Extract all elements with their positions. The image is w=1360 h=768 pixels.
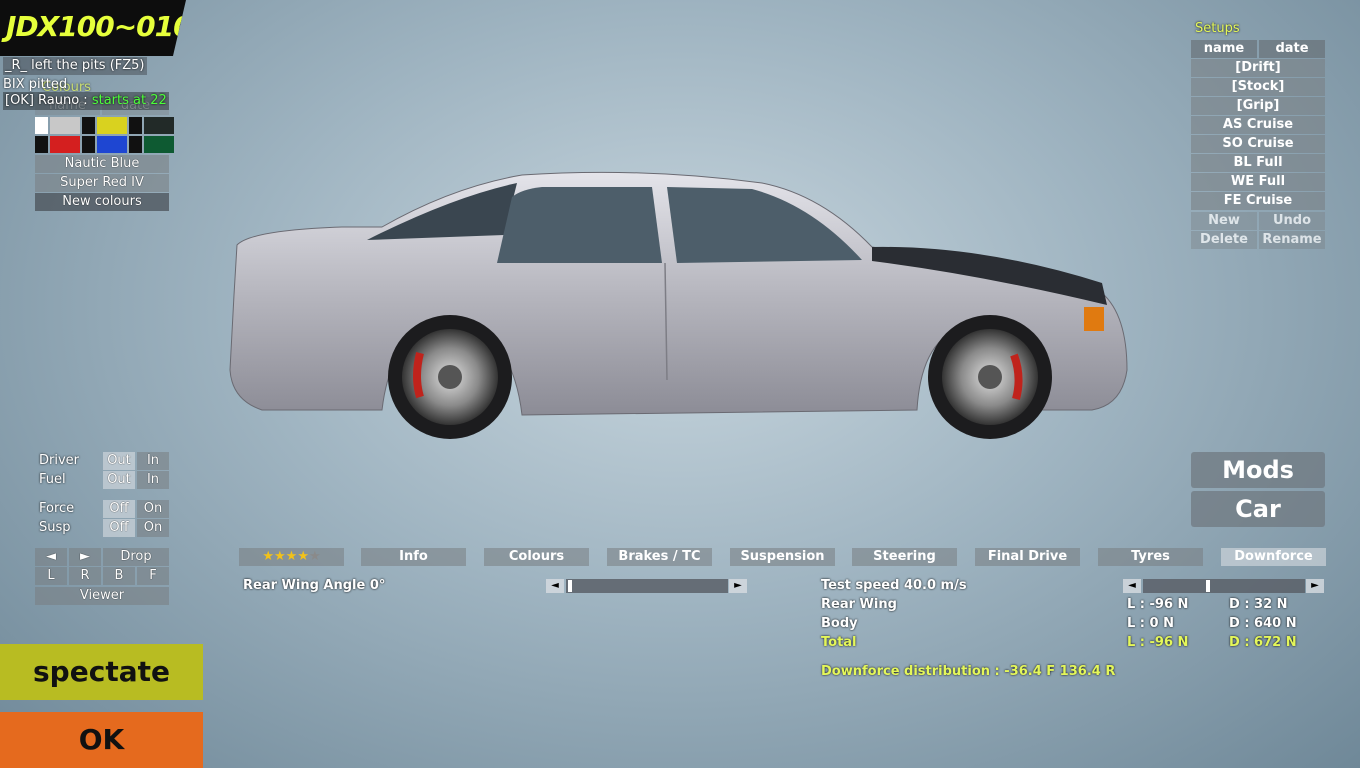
tab-tyres[interactable]: Tyres bbox=[1098, 548, 1203, 566]
car-button[interactable]: Car bbox=[1191, 491, 1325, 527]
setup-item[interactable]: [Stock] bbox=[1191, 78, 1325, 96]
colour-swatch[interactable] bbox=[97, 136, 127, 153]
wing-increase-button[interactable]: ► bbox=[729, 579, 747, 593]
ok-button[interactable]: OK bbox=[0, 712, 203, 768]
setups-sort-date[interactable]: date bbox=[1259, 40, 1325, 58]
total-lift: L : -96 N bbox=[1127, 635, 1189, 650]
setup-item[interactable]: SO Cruise bbox=[1191, 135, 1325, 153]
prev-car-button[interactable]: ◄ bbox=[35, 548, 67, 566]
track-logo: JDX100~010 bbox=[0, 0, 186, 56]
force-label: Force bbox=[39, 501, 75, 516]
tab-colours[interactable]: Colours bbox=[484, 548, 589, 566]
fuel-out-button[interactable]: Out bbox=[103, 471, 135, 489]
viewer-button[interactable]: Viewer bbox=[35, 587, 169, 605]
test-speed-slider[interactable] bbox=[1143, 579, 1305, 593]
total-label: Total bbox=[821, 635, 857, 650]
setup-delete-button[interactable]: Delete bbox=[1191, 231, 1257, 249]
colour-swatch[interactable] bbox=[82, 136, 95, 153]
driver-label: Driver bbox=[39, 453, 80, 468]
setup-new-button[interactable]: New bbox=[1191, 212, 1257, 230]
mods-button[interactable]: Mods bbox=[1191, 452, 1325, 488]
tab-rating[interactable]: ★★★★★ bbox=[239, 548, 344, 566]
colour-swatch[interactable] bbox=[144, 136, 174, 153]
body-lift: L : 0 N bbox=[1127, 616, 1174, 631]
driver-out-button[interactable]: Out bbox=[103, 452, 135, 470]
colour-swatch[interactable] bbox=[144, 117, 174, 134]
setup-item[interactable]: [Grip] bbox=[1191, 97, 1325, 115]
colour-swatch[interactable] bbox=[35, 117, 48, 134]
chat-message: _R_ left the pits (FZ5) bbox=[3, 57, 147, 75]
speed-decrease-button[interactable]: ◄ bbox=[1123, 579, 1141, 593]
rear-wing-drag: D : 32 N bbox=[1229, 597, 1288, 612]
tab-info[interactable]: Info bbox=[361, 548, 466, 566]
tab-downforce[interactable]: Downforce bbox=[1221, 548, 1326, 566]
spectate-button[interactable]: spectate bbox=[0, 644, 203, 700]
susp-off-button[interactable]: Off bbox=[103, 519, 135, 537]
view-left-button[interactable]: L bbox=[35, 567, 67, 585]
chat-message: [OK] Rauno : starts at 22 bbox=[3, 92, 169, 110]
fuel-label: Fuel bbox=[39, 472, 66, 487]
test-speed-label: Test speed 40.0 m/s bbox=[821, 578, 967, 593]
body-drag: D : 640 N bbox=[1229, 616, 1297, 631]
tab-brakes-tc[interactable]: Brakes / TC bbox=[607, 548, 712, 566]
view-back-button[interactable]: B bbox=[103, 567, 135, 585]
force-off-button[interactable]: Off bbox=[103, 500, 135, 518]
fuel-in-button[interactable]: In bbox=[137, 471, 169, 489]
rating-empty-star: ★ bbox=[308, 549, 321, 564]
wing-decrease-button[interactable]: ◄ bbox=[546, 579, 564, 593]
wing-angle-slider[interactable] bbox=[566, 579, 728, 593]
colour-swatch[interactable] bbox=[82, 117, 95, 134]
setups-title: Setups bbox=[1195, 21, 1240, 36]
rear-wing-label: Rear Wing bbox=[821, 597, 897, 612]
rear-wing-lift: L : -96 N bbox=[1127, 597, 1189, 612]
setup-item[interactable]: WE Full bbox=[1191, 173, 1325, 191]
drop-button[interactable]: Drop bbox=[103, 548, 169, 566]
colour-swatch[interactable] bbox=[50, 117, 80, 134]
speed-increase-button[interactable]: ► bbox=[1306, 579, 1324, 593]
wing-angle-slider-thumb[interactable] bbox=[568, 580, 572, 592]
tab-suspension[interactable]: Suspension bbox=[730, 548, 835, 566]
setup-item[interactable]: [Drift] bbox=[1191, 59, 1325, 77]
downforce-distribution: Downforce distribution : -36.4 F 136.4 R bbox=[821, 664, 1116, 679]
view-front-button[interactable]: F bbox=[137, 567, 169, 585]
setup-item[interactable]: AS Cruise bbox=[1191, 116, 1325, 134]
rating-stars: ★★★★ bbox=[262, 549, 309, 564]
colour-swatch[interactable] bbox=[35, 136, 48, 153]
susp-label: Susp bbox=[39, 520, 71, 535]
body-label: Body bbox=[821, 616, 858, 631]
setups-sort-name[interactable]: name bbox=[1191, 40, 1257, 58]
setup-item[interactable]: FE Cruise bbox=[1191, 192, 1325, 210]
new-colours-button[interactable]: New colours bbox=[35, 193, 169, 211]
colour-item-super-red[interactable]: Super Red IV bbox=[35, 174, 169, 192]
setup-item[interactable]: BL Full bbox=[1191, 154, 1325, 172]
colour-swatch[interactable] bbox=[129, 136, 142, 153]
driver-in-button[interactable]: In bbox=[137, 452, 169, 470]
total-drag: D : 672 N bbox=[1229, 635, 1297, 650]
car-windows bbox=[367, 183, 517, 240]
car-windows bbox=[497, 187, 662, 263]
next-car-button[interactable]: ► bbox=[69, 548, 101, 566]
view-right-button[interactable]: R bbox=[69, 567, 101, 585]
tab-final-drive[interactable]: Final Drive bbox=[975, 548, 1080, 566]
colour-item-nautic-blue[interactable]: Nautic Blue bbox=[35, 155, 169, 173]
colour-swatch[interactable] bbox=[129, 117, 142, 134]
susp-on-button[interactable]: On bbox=[137, 519, 169, 537]
setup-undo-button[interactable]: Undo bbox=[1259, 212, 1325, 230]
test-speed-slider-thumb[interactable] bbox=[1206, 580, 1210, 592]
logo-text: JDX100~010 bbox=[6, 10, 192, 43]
rear-wing-angle-label: Rear Wing Angle 0° bbox=[243, 578, 386, 593]
colour-swatch[interactable] bbox=[50, 136, 80, 153]
car-preview[interactable] bbox=[222, 165, 1142, 445]
setup-rename-button[interactable]: Rename bbox=[1259, 231, 1325, 249]
tab-steering[interactable]: Steering bbox=[852, 548, 957, 566]
colour-swatch[interactable] bbox=[97, 117, 127, 134]
force-on-button[interactable]: On bbox=[137, 500, 169, 518]
